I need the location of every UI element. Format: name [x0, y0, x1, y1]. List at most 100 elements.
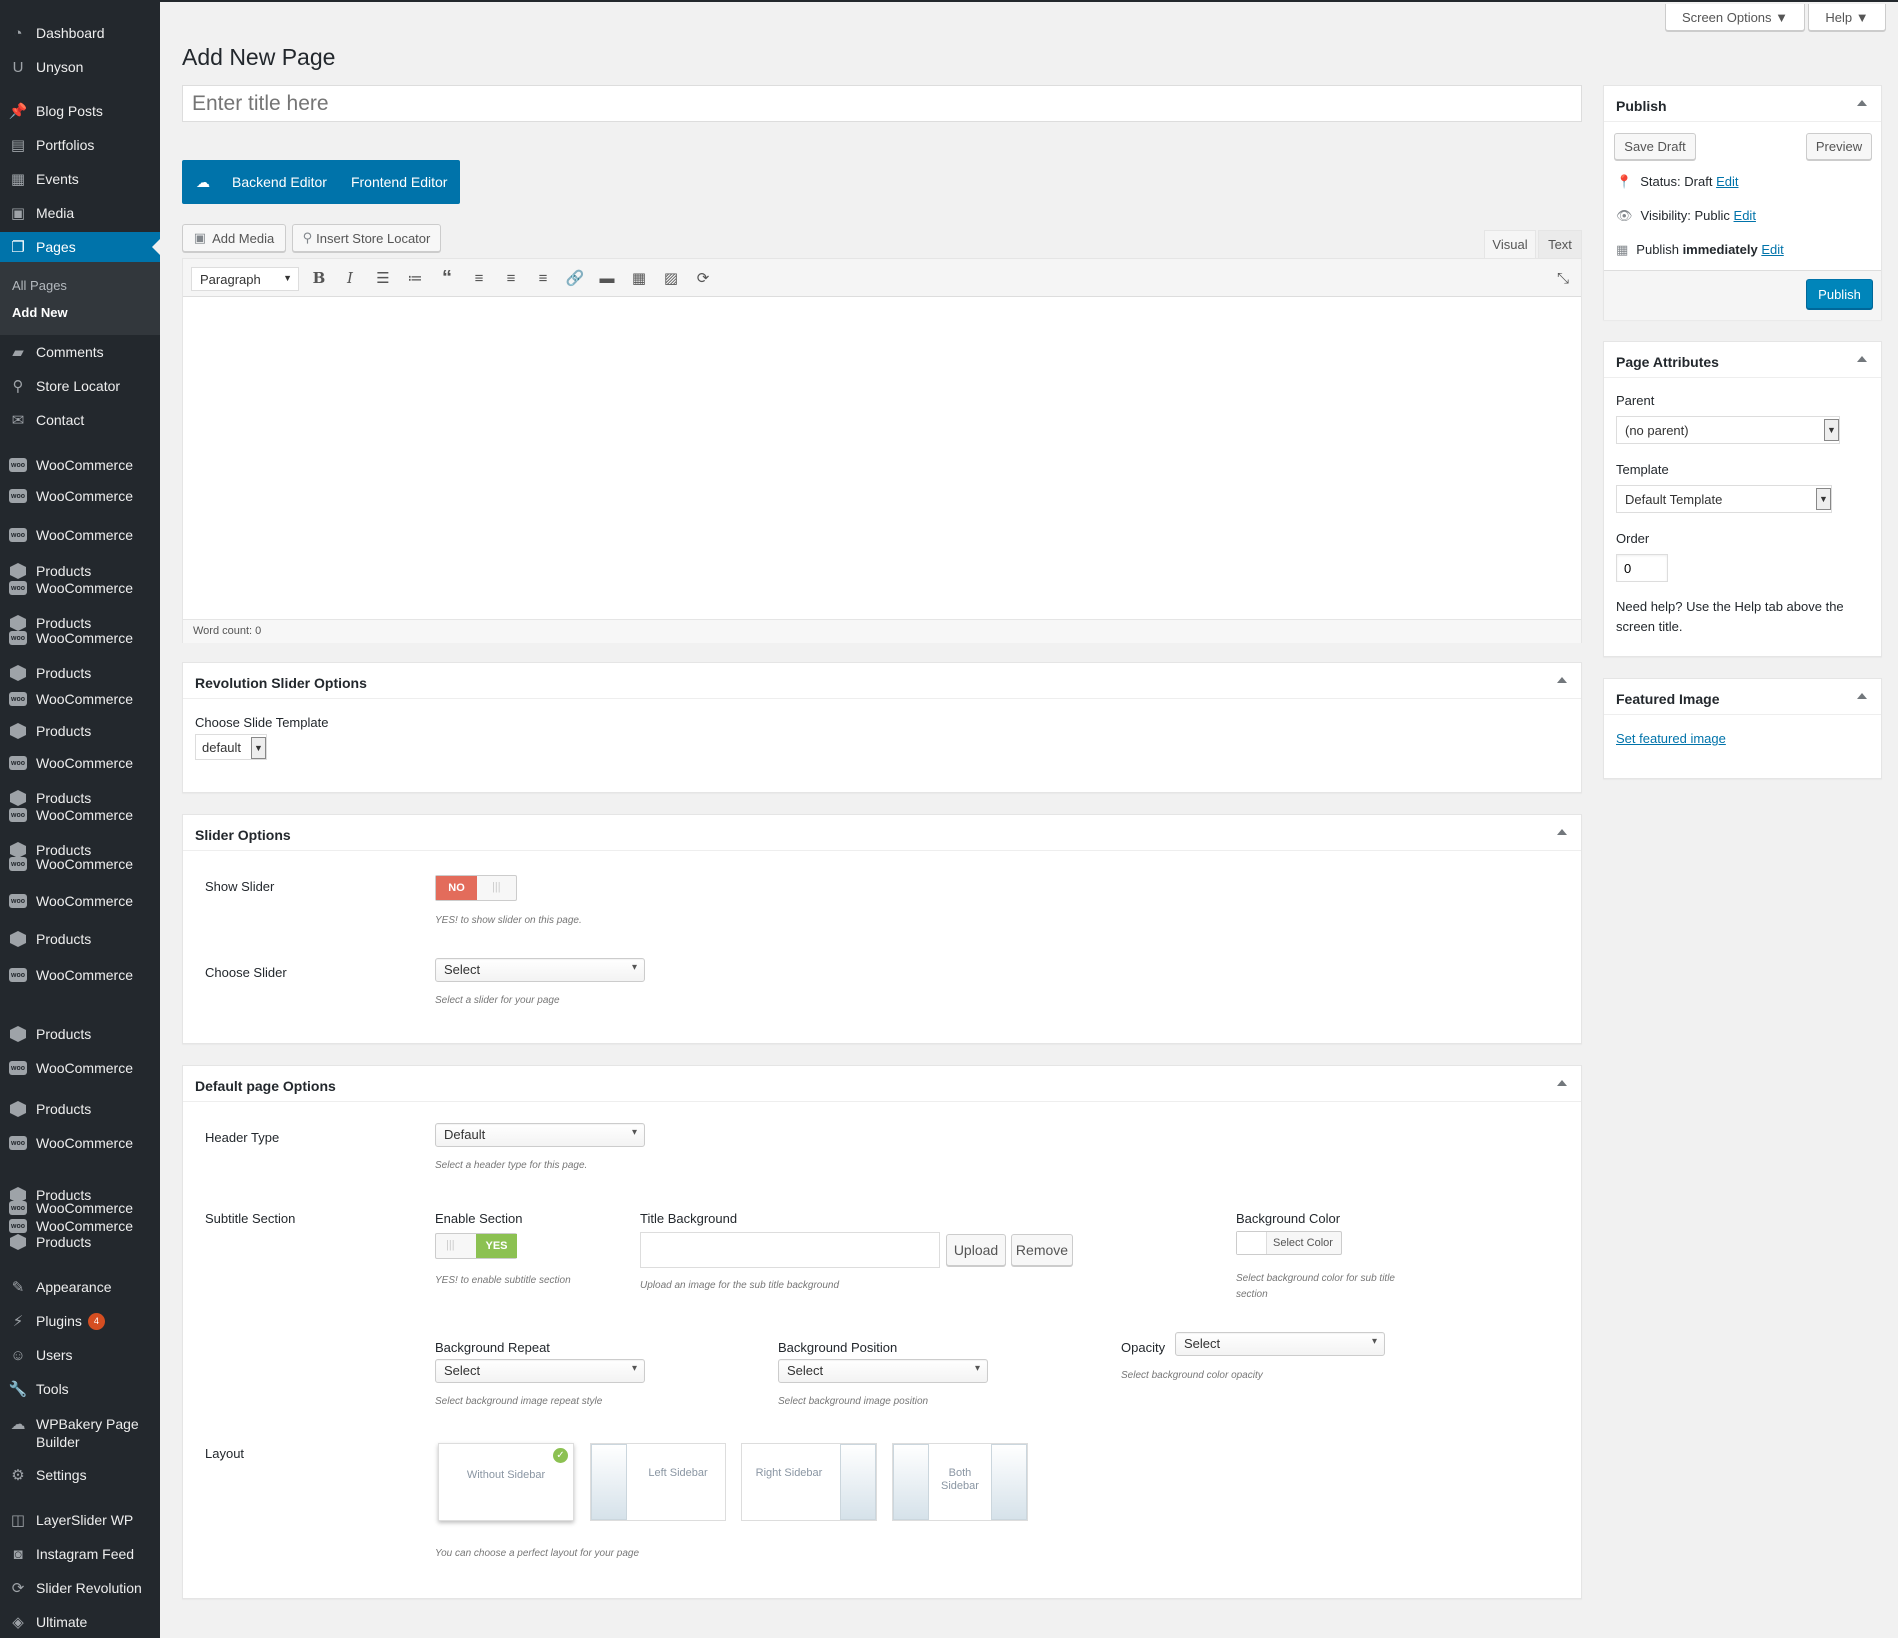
layout-without-sidebar[interactable]: Without Sidebar ✓	[438, 1443, 574, 1521]
sidebar-item-dashboard[interactable]: ◔ Dashboard	[0, 18, 160, 48]
align-center-icon[interactable]: ≡	[499, 266, 523, 290]
toolbar-toggle-icon[interactable]: ▦	[627, 266, 651, 290]
sidebar-item-woocommerce[interactable]: woo WooCommerce	[0, 520, 160, 550]
sidebar-item-woocommerce[interactable]: woo WooCommerce	[0, 800, 160, 830]
sidebar-item-portfolios[interactable]: ▤ Portfolios	[0, 130, 160, 160]
tab-visual[interactable]: Visual	[1484, 230, 1536, 258]
sidebar-item-woocommerce[interactable]: woo WooCommerce	[0, 450, 160, 480]
sidebar-item-layerslider-wp[interactable]: ◫ LayerSlider WP	[0, 1505, 160, 1535]
publish-button[interactable]: Publish	[1806, 279, 1873, 309]
bold-icon[interactable]: B	[307, 266, 331, 290]
sidebar-item-woocommerce[interactable]: woo WooCommerce	[0, 748, 160, 778]
show-slider-toggle[interactable]: NO |||	[435, 875, 517, 901]
sidebar-item-pages[interactable]: ❐ Pages	[0, 232, 160, 262]
sidebar-item-products[interactable]: Products	[0, 716, 160, 746]
set-featured-image-link[interactable]: Set featured image	[1616, 731, 1726, 746]
enable-section-toggle[interactable]: ||| YES	[435, 1233, 517, 1259]
link-icon[interactable]: 🔗	[563, 266, 587, 290]
sidebar-item-wpbakery-page-builder[interactable]: ☁ WPBakery Page Builder	[0, 1415, 160, 1451]
upload-button[interactable]: Upload	[946, 1234, 1006, 1266]
backend-editor-button[interactable]: Backend Editor	[232, 174, 327, 190]
sidebar-item-unyson[interactable]: U Unyson	[0, 52, 160, 82]
choose-slider-select[interactable]: Select	[435, 958, 645, 982]
parent-select[interactable]: (no parent) ▼	[1616, 416, 1840, 444]
title-background-input[interactable]	[640, 1232, 940, 1268]
preview-button[interactable]: Preview	[1806, 133, 1872, 160]
sidebar-item-appearance[interactable]: ✎ Appearance	[0, 1272, 160, 1302]
tab-text[interactable]: Text	[1538, 230, 1582, 258]
submenu-all-pages[interactable]: All Pages	[12, 278, 67, 293]
sidebar-item-ultimate[interactable]: ◈ Ultimate	[0, 1607, 160, 1637]
title-input[interactable]	[182, 85, 1582, 122]
align-right-icon[interactable]: ≡	[531, 266, 555, 290]
header-type-select[interactable]: Default	[435, 1123, 645, 1147]
sidebar-item-plugins[interactable]: ⚡ Plugins 4	[0, 1306, 160, 1336]
read-more-icon[interactable]: ▬	[595, 266, 619, 290]
collapse-arrow-icon[interactable]	[1857, 356, 1867, 362]
fullscreen-icon[interactable]: ⤡	[1551, 266, 1575, 290]
select-color-button[interactable]: Select Color	[1236, 1231, 1342, 1255]
format-select[interactable]: Paragraph ▼	[191, 267, 299, 291]
opacity-select[interactable]: Select	[1175, 1332, 1385, 1356]
sidebar-item-store-locator[interactable]: ⚲ Store Locator	[0, 371, 160, 401]
screen-options-button[interactable]: Screen Options ▼	[1665, 4, 1805, 31]
slider-options-box: Slider Options Show Slider NO ||| YES! t…	[182, 814, 1582, 1044]
collapse-arrow-icon[interactable]	[1857, 100, 1867, 106]
sidebar-item-contact[interactable]: ✉ Contact	[0, 405, 160, 435]
numbered-list-icon[interactable]: ≔	[403, 266, 427, 290]
add-media-button[interactable]: ▣ Add Media	[182, 224, 286, 252]
sidebar-item-woocommerce[interactable]: woo WooCommerce	[0, 1053, 160, 1083]
refresh-icon[interactable]: ⟳	[691, 266, 715, 290]
bullet-list-icon[interactable]: ☰	[371, 266, 395, 290]
align-left-icon[interactable]: ≡	[467, 266, 491, 290]
layout-left-sidebar[interactable]: Left Sidebar	[590, 1443, 726, 1521]
collapse-arrow-icon[interactable]	[1557, 1080, 1567, 1086]
sidebar-item-settings[interactable]: ⚙ Settings	[0, 1460, 160, 1490]
sidebar-item-woocommerce[interactable]: woo WooCommerce	[0, 1128, 160, 1158]
schedule-edit-link[interactable]: Edit	[1761, 242, 1783, 257]
sidebar-item-woocommerce[interactable]: woo WooCommerce	[0, 684, 160, 714]
background-position-select[interactable]: Select	[778, 1359, 988, 1383]
editor-content[interactable]	[183, 297, 1581, 619]
collapse-arrow-icon[interactable]	[1857, 693, 1867, 699]
collapse-arrow-icon[interactable]	[1557, 677, 1567, 683]
layout-both-sidebar[interactable]: Both Sidebar	[892, 1443, 1028, 1521]
sidebar-item-events[interactable]: ▦ Events	[0, 164, 160, 194]
sidebar-item-products[interactable]: Products	[0, 924, 160, 954]
order-input[interactable]	[1616, 554, 1668, 582]
background-repeat-select[interactable]: Select	[435, 1359, 645, 1383]
layout-right-sidebar[interactable]: Right Sidebar	[741, 1443, 877, 1521]
slide-template-select[interactable]: default ▼	[195, 734, 267, 760]
sidebar-item-woocommerce[interactable]: woo WooCommerce	[0, 573, 160, 603]
background-color-label: Background Color	[1236, 1211, 1341, 1226]
sidebar-item-products[interactable]: Products	[0, 1019, 160, 1049]
sidebar-item-woocommerce[interactable]: woo WooCommerce	[0, 481, 160, 511]
sidebar-item-users[interactable]: ☺ Users	[0, 1340, 160, 1370]
status-edit-link[interactable]: Edit	[1716, 174, 1738, 189]
submenu-add-new[interactable]: Add New	[12, 305, 68, 320]
sidebar-item-woocommerce[interactable]: woo WooCommerce	[0, 849, 160, 879]
help-button[interactable]: Help ▼	[1808, 4, 1886, 31]
template-select[interactable]: Default Template ▼	[1616, 485, 1832, 513]
sidebar-item-tools[interactable]: 🔧 Tools	[0, 1374, 160, 1404]
sidebar-item-slider-revolution[interactable]: ⟳ Slider Revolution	[0, 1573, 160, 1603]
insert-store-locator-button[interactable]: ⚲ Insert Store Locator	[292, 224, 441, 252]
sidebar-item-media[interactable]: ▣ Media	[0, 198, 160, 228]
image-icon[interactable]: ▨	[659, 266, 683, 290]
collapse-arrow-icon[interactable]	[1557, 829, 1567, 835]
sidebar-item-blog-posts[interactable]: 📌 Blog Posts	[0, 96, 160, 126]
sidebar-item-comments[interactable]: ▰ Comments	[0, 337, 160, 367]
sidebar-item-woocommerce[interactable]: woo WooCommerce	[0, 886, 160, 916]
save-draft-button[interactable]: Save Draft	[1614, 133, 1696, 160]
visibility-value: Public	[1694, 208, 1730, 223]
italic-icon[interactable]: I	[338, 266, 362, 290]
sidebar-item-products[interactable]: Products	[0, 1227, 160, 1257]
sidebar-item-products[interactable]: Products	[0, 1094, 160, 1124]
quote-icon[interactable]: “	[435, 266, 459, 290]
sidebar-item-woocommerce[interactable]: woo WooCommerce	[0, 623, 160, 653]
sidebar-item-woocommerce[interactable]: woo WooCommerce	[0, 960, 160, 990]
remove-button[interactable]: Remove	[1011, 1234, 1073, 1266]
visibility-edit-link[interactable]: Edit	[1734, 208, 1756, 223]
frontend-editor-button[interactable]: Frontend Editor	[351, 174, 448, 190]
sidebar-item-instagram-feed[interactable]: ◙ Instagram Feed	[0, 1539, 160, 1569]
